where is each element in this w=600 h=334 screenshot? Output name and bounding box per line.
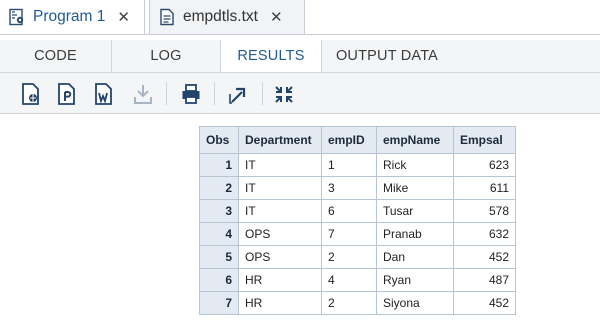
print-icon[interactable] (181, 83, 201, 105)
tab-output-data[interactable]: OUTPUT DATA (322, 40, 452, 72)
column-header-empname: empName (376, 126, 454, 154)
empname-cell: Ryan (376, 268, 454, 292)
empid-cell: 6 (321, 199, 377, 223)
download-html-icon[interactable] (21, 83, 41, 105)
table-row: 7 HR 2 Siyona 452 (199, 291, 516, 315)
department-cell: IT (238, 199, 322, 223)
obs-cell: 1 (199, 153, 239, 177)
download-pdf-icon[interactable] (57, 83, 77, 105)
toolbar-divider (262, 82, 263, 105)
column-header-obs: Obs (199, 126, 239, 154)
tab-program-1[interactable]: Program 1 ✕ (0, 0, 145, 34)
empname-cell: Mike (376, 176, 454, 200)
obs-cell: 3 (199, 199, 239, 223)
department-cell: IT (238, 176, 322, 200)
close-icon[interactable]: ✕ (270, 8, 283, 26)
obs-cell: 4 (199, 222, 239, 246)
obs-cell: 7 (199, 291, 239, 315)
empsal-cell: 578 (453, 199, 516, 223)
toolbar-divider (166, 82, 167, 105)
department-cell: OPS (238, 245, 322, 269)
empid-cell: 1 (321, 153, 377, 177)
toolbar-divider (214, 82, 215, 105)
obs-cell: 2 (199, 176, 239, 200)
table-row: 4 OPS 7 Pranab 632 (199, 222, 516, 246)
empid-cell: 3 (321, 176, 377, 200)
tab-code[interactable]: CODE (0, 40, 112, 72)
column-header-empsal: Empsal (453, 126, 516, 154)
obs-cell: 5 (199, 245, 239, 269)
program-icon (9, 8, 24, 26)
department-cell: HR (238, 268, 322, 292)
tab-log[interactable]: LOG (112, 40, 221, 72)
results-toolbar (0, 73, 600, 114)
empname-cell: Dan (376, 245, 454, 269)
download-icon[interactable] (133, 83, 153, 105)
table-row: 1 IT 1 Rick 623 (199, 153, 516, 177)
empname-cell: Siyona (376, 291, 454, 315)
view-tab-bar: CODE LOG RESULTS OUTPUT DATA (0, 40, 600, 73)
empname-cell: Rick (376, 153, 454, 177)
download-rtf-icon[interactable] (94, 83, 114, 105)
empsal-cell: 487 (453, 268, 516, 292)
empsal-cell: 632 (453, 222, 516, 246)
close-icon[interactable]: ✕ (117, 8, 130, 26)
tab-label: Program 1 (33, 8, 106, 25)
column-header-empid: empID (321, 126, 377, 154)
table-row: 5 OPS 2 Dan 452 (199, 245, 516, 269)
open-in-new-window-icon[interactable] (228, 83, 248, 105)
table-row: 2 IT 3 Mike 611 (199, 176, 516, 200)
empsal-cell: 452 (453, 291, 516, 315)
empname-cell: Tusar (376, 199, 454, 223)
empid-cell: 4 (321, 268, 377, 292)
file-tab-bar: Program 1 ✕ empdtls.txt ✕ (0, 0, 600, 35)
obs-cell: 6 (199, 268, 239, 292)
empsal-cell: 611 (453, 176, 516, 200)
empid-cell: 7 (321, 222, 377, 246)
empid-cell: 2 (321, 291, 377, 315)
department-cell: HR (238, 291, 322, 315)
empid-cell: 2 (321, 245, 377, 269)
department-cell: OPS (238, 222, 322, 246)
tab-empdtls-txt[interactable]: empdtls.txt ✕ (149, 0, 305, 34)
text-file-icon (160, 8, 174, 26)
tab-label: empdtls.txt (183, 8, 258, 25)
collapse-icon[interactable] (274, 83, 294, 105)
empsal-cell: 623 (453, 153, 516, 177)
results-table: Obs Department empID empName Empsal 1 IT… (199, 126, 516, 315)
tab-results[interactable]: RESULTS (221, 40, 322, 72)
table-row: 6 HR 4 Ryan 487 (199, 268, 516, 292)
empname-cell: Pranab (376, 222, 454, 246)
empsal-cell: 452 (453, 245, 516, 269)
table-row: 3 IT 6 Tusar 578 (199, 199, 516, 223)
department-cell: IT (238, 153, 322, 177)
table-header-row: Obs Department empID empName Empsal (199, 126, 516, 154)
column-header-department: Department (238, 126, 322, 154)
